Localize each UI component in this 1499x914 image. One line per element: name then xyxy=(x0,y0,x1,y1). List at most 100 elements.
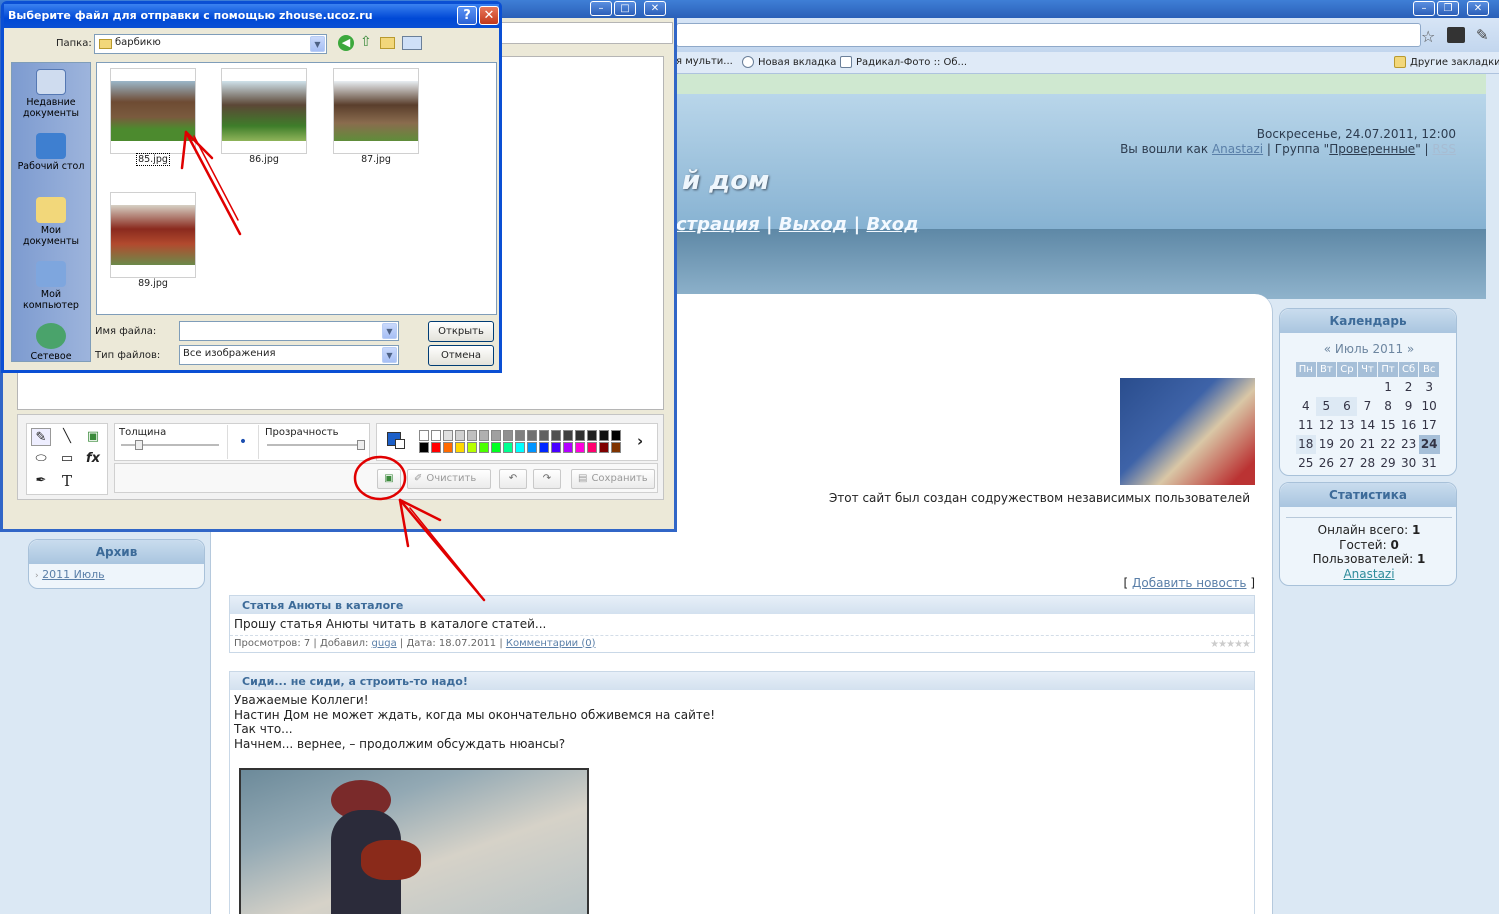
color-swatch[interactable] xyxy=(515,442,525,453)
clear-button[interactable]: ✐ Очистить xyxy=(407,469,491,489)
calendar-day[interactable]: 21 xyxy=(1357,435,1378,454)
comments-link[interactable]: Комментарии (0) xyxy=(506,638,596,649)
minimize-icon[interactable]: – xyxy=(590,1,612,16)
new-folder-icon[interactable] xyxy=(380,37,395,49)
color-swatch[interactable] xyxy=(455,430,465,441)
color-swatch[interactable] xyxy=(503,430,513,441)
folder-select[interactable]: барбикю ▼ xyxy=(94,34,327,54)
chevron-right-icon[interactable]: › xyxy=(637,432,643,450)
color-palette[interactable] xyxy=(419,430,631,454)
rss-link[interactable]: RSS xyxy=(1432,142,1456,156)
color-swatch[interactable] xyxy=(587,430,597,441)
color-swatch[interactable] xyxy=(503,442,513,453)
star-icon[interactable]: ☆ xyxy=(1421,27,1435,46)
calendar-day[interactable]: 24 xyxy=(1418,434,1440,454)
calendar-day[interactable]: 13 xyxy=(1337,416,1358,435)
color-swatch[interactable] xyxy=(491,430,501,441)
file-thumbnail[interactable]: 86.jpg xyxy=(221,68,307,165)
add-news-link[interactable]: Добавить новость xyxy=(1132,576,1246,590)
calendar-day[interactable]: 16 xyxy=(1398,416,1419,435)
calendar-day[interactable]: 12 xyxy=(1316,416,1337,435)
calendar-day[interactable]: 8 xyxy=(1378,397,1399,416)
color-swatch[interactable] xyxy=(539,442,549,453)
filename-input[interactable]: ▼ xyxy=(179,321,399,341)
restore-icon[interactable]: ❐ xyxy=(1437,1,1459,16)
color-swatch[interactable] xyxy=(443,430,453,441)
color-swatch[interactable] xyxy=(479,442,489,453)
calendar-day[interactable]: 11 xyxy=(1296,416,1317,435)
place-desktop[interactable]: Рабочий стол xyxy=(12,133,90,172)
color-swatch[interactable] xyxy=(527,442,537,453)
calendar-day[interactable]: 19 xyxy=(1316,435,1337,454)
group-link[interactable]: Проверенные xyxy=(1329,142,1415,156)
news-title[interactable]: Сиди... не сиди, а строить-то надо! xyxy=(230,672,1254,690)
undo-button[interactable]: ↶ xyxy=(499,469,527,489)
calendar-day[interactable]: 31 xyxy=(1419,454,1440,473)
color-swatch[interactable] xyxy=(515,430,525,441)
bookmark-item[interactable]: я мульти... xyxy=(676,56,733,67)
place-my-computer[interactable]: Мой компьютер xyxy=(12,261,90,311)
text-tool-icon[interactable]: T xyxy=(57,472,77,490)
address-bar[interactable] xyxy=(676,23,1421,47)
color-swatch[interactable] xyxy=(419,430,429,441)
user-link[interactable]: Anastazi xyxy=(1212,142,1263,156)
calendar-day[interactable]: 26 xyxy=(1316,454,1337,473)
color-swatch[interactable] xyxy=(419,442,429,453)
line-icon[interactable]: ╲ xyxy=(57,428,77,446)
close-button[interactable]: ✕ xyxy=(479,6,499,25)
calendar-day[interactable]: 29 xyxy=(1378,454,1399,473)
calendar-day[interactable]: 10 xyxy=(1419,397,1440,416)
save-button[interactable]: ▤ Сохранить xyxy=(571,469,655,489)
bookmark-item[interactable]: Новая вкладка xyxy=(742,56,836,68)
calendar-day[interactable]: 4 xyxy=(1296,397,1317,416)
thickness-slider[interactable] xyxy=(121,440,219,450)
color-swatch[interactable] xyxy=(527,430,537,441)
color-swatch[interactable] xyxy=(563,430,573,441)
place-network[interactable]: Сетевое xyxy=(12,323,90,362)
pencil-icon[interactable]: ✎ xyxy=(31,428,51,446)
nav-login[interactable]: Вход xyxy=(866,214,918,235)
calendar-day[interactable]: 5 xyxy=(1316,396,1337,416)
chevron-down-icon[interactable]: ▼ xyxy=(382,323,397,339)
cancel-button[interactable]: Отмена xyxy=(428,345,494,366)
color-swatch[interactable] xyxy=(611,430,621,441)
color-swatch[interactable] xyxy=(611,442,621,453)
color-swatch[interactable] xyxy=(563,442,573,453)
nav-logout[interactable]: Выход xyxy=(779,214,848,235)
calendar-day[interactable]: 14 xyxy=(1357,416,1378,435)
redo-button[interactable]: ↷ xyxy=(533,469,561,489)
close-icon[interactable]: ✕ xyxy=(1467,1,1489,16)
calendar-day[interactable]: 7 xyxy=(1357,397,1378,416)
calendar-day[interactable]: 6 xyxy=(1336,396,1358,416)
maximize-icon[interactable]: □ xyxy=(614,1,636,16)
color-swatch[interactable] xyxy=(599,430,609,441)
open-button[interactable]: Открыть xyxy=(428,321,494,342)
calendar-day[interactable]: 17 xyxy=(1419,416,1440,435)
calendar-day[interactable]: 20 xyxy=(1337,435,1358,454)
calendar-day[interactable]: 25 xyxy=(1296,454,1317,473)
ellipse-icon[interactable]: ⬭ xyxy=(31,450,51,468)
file-thumbnail[interactable]: 87.jpg xyxy=(333,68,419,165)
online-user-link[interactable]: Anastazi xyxy=(1343,567,1394,581)
filetype-select[interactable]: Все изображения ▼ xyxy=(179,345,399,365)
calendar-day[interactable]: 30 xyxy=(1398,454,1419,473)
color-swatch[interactable] xyxy=(587,442,597,453)
news-title[interactable]: Статья Анюты в каталоге xyxy=(230,596,1254,614)
color-swatch[interactable] xyxy=(551,430,561,441)
calendar-day[interactable]: 22 xyxy=(1378,435,1399,454)
calendar-day[interactable]: 2 xyxy=(1398,378,1419,397)
editor-url-field[interactable] xyxy=(493,22,673,44)
color-swatch[interactable] xyxy=(467,430,477,441)
up-folder-icon[interactable]: ⇧ xyxy=(360,34,372,50)
calendar-day[interactable]: 28 xyxy=(1357,454,1378,473)
calendar-day[interactable]: 3 xyxy=(1419,378,1440,397)
minimize-icon[interactable]: – xyxy=(1413,1,1435,16)
color-swatch[interactable] xyxy=(467,442,477,453)
back-icon[interactable]: ◀ xyxy=(338,35,354,51)
color-swatch[interactable] xyxy=(539,430,549,441)
file-thumbnail[interactable]: 89.jpg xyxy=(110,192,196,289)
calendar-day[interactable]: 23 xyxy=(1398,435,1419,454)
color-swatch[interactable] xyxy=(575,442,585,453)
bookmark-item[interactable]: Радикал-Фото :: Об... xyxy=(840,56,967,68)
chevron-down-icon[interactable]: ▼ xyxy=(310,36,325,52)
